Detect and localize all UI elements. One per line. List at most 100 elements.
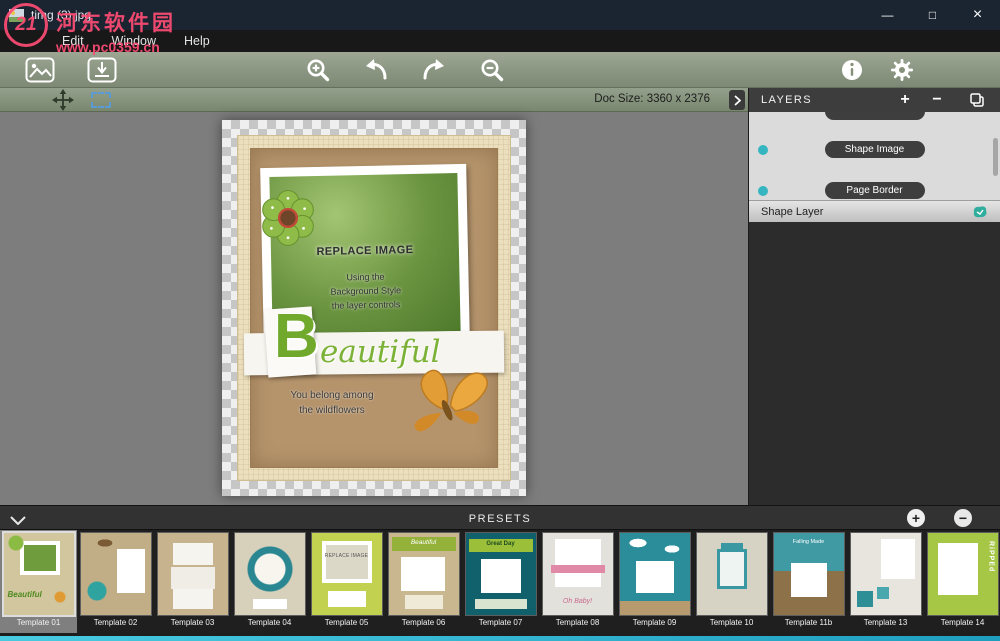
layer-visibility-dot[interactable] bbox=[758, 145, 768, 155]
gear-icon bbox=[889, 57, 915, 83]
preset-thumbnail-06[interactable]: Beautiful Template 06 bbox=[385, 530, 462, 633]
caption-line: the wildflowers bbox=[252, 403, 412, 418]
preset-thumbnail-08[interactable]: Oh Baby! Template 08 bbox=[539, 530, 616, 633]
template-art: Beautiful bbox=[4, 533, 74, 615]
template-label: Template 01 bbox=[17, 618, 61, 627]
info-icon bbox=[840, 58, 864, 82]
preset-thumbnail-01[interactable]: Beautiful Template 01 bbox=[0, 530, 77, 633]
template-art: REPLACE IMAGE bbox=[312, 533, 382, 615]
info-button[interactable] bbox=[836, 56, 868, 84]
layer-properties-area bbox=[749, 222, 1000, 505]
preset-thumbnail-04[interactable]: Template 04 bbox=[231, 530, 308, 633]
preset-thumbnail-02[interactable]: Template 02 bbox=[77, 530, 154, 633]
template-label: Template 02 bbox=[94, 618, 138, 627]
menu-item-window[interactable]: Window bbox=[112, 34, 156, 48]
layer-visibility-dot[interactable] bbox=[758, 186, 768, 196]
template-label: Template 06 bbox=[402, 618, 446, 627]
caption-text: You belong among the wildflowers bbox=[252, 388, 412, 418]
layer-item-partial[interactable] bbox=[825, 112, 925, 120]
title-bar[interactable]: timg (3).jpg — □ × bbox=[0, 0, 1000, 30]
title-initial: B bbox=[274, 306, 319, 368]
template-art bbox=[697, 533, 767, 615]
template-label: Template 10 bbox=[710, 618, 754, 627]
open-image-button[interactable] bbox=[24, 56, 56, 84]
template-caption: REPLACE IMAGE bbox=[312, 553, 382, 559]
duplicate-layer-icon bbox=[969, 92, 985, 108]
template-art: Beautiful bbox=[389, 533, 459, 615]
doc-size-label: Doc Size: 3360 x 2376 bbox=[594, 93, 710, 105]
move-tool-button[interactable] bbox=[50, 89, 76, 111]
layers-panel: LAYERS + − Shape Image Page Border Shape… bbox=[748, 88, 1000, 505]
preset-thumbnail-13[interactable]: Template 13 bbox=[847, 530, 924, 633]
template-label: Template 13 bbox=[864, 618, 908, 627]
template-caption: Oh Baby! bbox=[543, 598, 613, 605]
layers-title: LAYERS bbox=[761, 94, 812, 106]
layer-item-page-border[interactable]: Page Border bbox=[825, 182, 925, 199]
zoom-out-button[interactable] bbox=[476, 56, 508, 84]
move-icon bbox=[52, 89, 74, 111]
preset-thumbnail-14[interactable]: RiPPEd Template 14 bbox=[924, 530, 1000, 633]
settings-button[interactable] bbox=[886, 56, 918, 84]
minimize-button[interactable]: — bbox=[865, 0, 910, 30]
template-label: Template 14 bbox=[941, 618, 985, 627]
preset-thumbnail-11b[interactable]: Falling Made Template 11b bbox=[770, 530, 847, 633]
template-label: Template 08 bbox=[556, 618, 600, 627]
template-art bbox=[235, 533, 305, 615]
redo-icon bbox=[420, 57, 448, 83]
document-preview[interactable]: REPLACE IMAGE Using the Background Style… bbox=[222, 120, 526, 496]
template-caption: Falling Made bbox=[774, 539, 844, 545]
presets-bar: PRESETS + − bbox=[0, 505, 1000, 530]
remove-layer-button[interactable]: − bbox=[924, 88, 950, 112]
app-window: timg (3).jpg — □ × Edit Window Help bbox=[0, 0, 1000, 641]
template-label: Template 05 bbox=[325, 618, 369, 627]
layers-list: Shape Image Page Border bbox=[749, 112, 1000, 200]
toolbar bbox=[0, 52, 1000, 88]
template-label: Template 04 bbox=[248, 618, 292, 627]
zoom-out-icon bbox=[479, 57, 505, 83]
redo-button[interactable] bbox=[418, 56, 450, 84]
template-art bbox=[851, 533, 921, 615]
layers-header: LAYERS + − bbox=[749, 88, 1000, 112]
window-title: timg (3).jpg bbox=[31, 8, 91, 22]
preset-thumbnail-05[interactable]: REPLACE IMAGE Template 05 bbox=[308, 530, 385, 633]
layer-item-shape-image[interactable]: Shape Image bbox=[825, 141, 925, 158]
template-label: Template 11b bbox=[785, 618, 832, 627]
shape-badge-icon[interactable] bbox=[972, 205, 988, 224]
caption-line: You belong among bbox=[252, 388, 412, 403]
remove-preset-button[interactable]: − bbox=[954, 509, 972, 527]
marquee-icon bbox=[91, 92, 111, 108]
shape-layer-header[interactable]: Shape Layer bbox=[749, 200, 1000, 222]
preset-thumbnail-09[interactable]: Template 09 bbox=[616, 530, 693, 633]
window-bottom-border bbox=[0, 636, 1000, 641]
template-caption: RiPPEd bbox=[988, 541, 995, 572]
image-file-icon bbox=[9, 9, 24, 22]
duplicate-layer-button[interactable] bbox=[964, 88, 990, 112]
scrollbar-thumb[interactable] bbox=[993, 138, 998, 176]
preset-thumbnail-03[interactable]: Template 03 bbox=[154, 530, 231, 633]
template-art: Falling Made bbox=[774, 533, 844, 615]
menu-item-edit[interactable]: Edit bbox=[62, 34, 84, 48]
template-caption: Beautiful bbox=[389, 539, 459, 546]
template-art: RiPPEd bbox=[928, 533, 998, 615]
add-preset-button[interactable]: + bbox=[907, 509, 925, 527]
close-button[interactable]: × bbox=[955, 0, 1000, 30]
preset-thumbnail-07[interactable]: Great Day Template 07 bbox=[462, 530, 539, 633]
zoom-in-button[interactable] bbox=[302, 56, 334, 84]
chevron-right-icon bbox=[734, 95, 741, 106]
window-controls: — □ × bbox=[865, 0, 1000, 30]
import-image-button[interactable] bbox=[86, 56, 118, 84]
zoom-in-icon bbox=[305, 57, 331, 83]
template-art bbox=[158, 533, 228, 615]
presets-strip: Beautiful Template 01 Template 02 Templa… bbox=[0, 530, 1000, 633]
undo-button[interactable] bbox=[360, 56, 392, 84]
marquee-tool-button[interactable] bbox=[88, 89, 114, 111]
add-layer-button[interactable]: + bbox=[892, 88, 918, 112]
preset-thumbnail-10[interactable]: Template 10 bbox=[693, 530, 770, 633]
expand-panel-button[interactable] bbox=[729, 90, 745, 110]
maximize-button[interactable]: □ bbox=[910, 0, 955, 30]
template-label: Template 07 bbox=[479, 618, 523, 627]
menu-item-help[interactable]: Help bbox=[184, 34, 210, 48]
canvas-area[interactable]: REPLACE IMAGE Using the Background Style… bbox=[0, 112, 748, 505]
template-label: Template 03 bbox=[171, 618, 215, 627]
shape-layer-title: Shape Layer bbox=[761, 206, 823, 218]
